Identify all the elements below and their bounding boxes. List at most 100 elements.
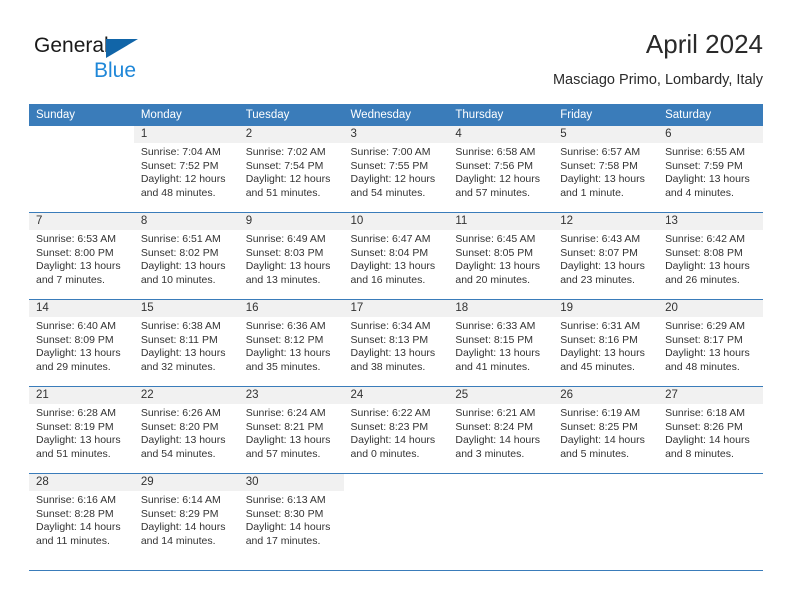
daylight-text-line2: and 41 minutes. [455, 360, 531, 373]
day-cell[interactable]: 7 Sunrise: 6:53 AM Sunset: 8:00 PM Dayli… [29, 212, 134, 300]
day-number: 6 [658, 126, 763, 143]
day-details: Sunrise: 6:36 AM Sunset: 8:12 PM Dayligh… [239, 317, 344, 374]
daylight-text-line1: Daylight: 13 hours [245, 347, 331, 360]
day-cell[interactable]: 8 Sunrise: 6:51 AM Sunset: 8:02 PM Dayli… [133, 212, 239, 300]
daylight-text-line1: Daylight: 13 hours [350, 347, 436, 360]
day-details: Sunrise: 6:45 AM Sunset: 8:05 PM Dayligh… [448, 230, 553, 287]
day-cell[interactable]: 16 Sunrise: 6:36 AM Sunset: 8:12 PM Dayl… [238, 299, 344, 387]
day-cell[interactable]: 1 Sunrise: 7:04 AM Sunset: 7:52 PM Dayli… [133, 126, 239, 213]
sunset-text: Sunset: 8:17 PM [665, 333, 743, 346]
day-number: 20 [658, 300, 763, 317]
day-cell[interactable] [658, 473, 763, 560]
general-blue-logo[interactable]: General Blue [34, 34, 154, 92]
day-details: Sunrise: 6:24 AM Sunset: 8:21 PM Dayligh… [239, 404, 344, 461]
day-cell[interactable]: 11 Sunrise: 6:45 AM Sunset: 8:05 PM Dayl… [448, 212, 554, 300]
day-details: Sunrise: 6:42 AM Sunset: 8:08 PM Dayligh… [658, 230, 763, 287]
page-header: General Blue April 2024 Masciago Primo, … [29, 28, 763, 98]
sunrise-text: Sunrise: 7:02 AM [245, 146, 326, 158]
day-cell[interactable] [29, 126, 134, 213]
day-cell[interactable] [553, 473, 659, 560]
day-cell[interactable]: 26 Sunrise: 6:19 AM Sunset: 8:25 PM Dayl… [553, 386, 659, 474]
day-details: Sunrise: 6:16 AM Sunset: 8:28 PM Dayligh… [29, 491, 134, 548]
day-cell[interactable]: 20 Sunrise: 6:29 AM Sunset: 8:17 PM Dayl… [658, 299, 763, 387]
sunset-text: Sunset: 8:02 PM [140, 246, 219, 259]
sunrise-text: Sunrise: 6:51 AM [140, 233, 221, 245]
day-cell[interactable]: 10 Sunrise: 6:47 AM Sunset: 8:04 PM Dayl… [343, 212, 449, 300]
sunset-text: Sunset: 8:30 PM [245, 507, 324, 520]
day-number: 11 [448, 213, 554, 230]
sunrise-text: Sunrise: 7:00 AM [350, 146, 431, 158]
daylight-text-line1: Daylight: 12 hours [350, 173, 436, 186]
daylight-text-line1: Daylight: 13 hours [665, 260, 750, 273]
day-details: Sunrise: 7:02 AM Sunset: 7:54 PM Dayligh… [239, 143, 344, 200]
daylight-text-line2: and 51 minutes. [245, 186, 321, 199]
day-number: 18 [448, 300, 554, 317]
day-cell[interactable]: 6 Sunrise: 6:55 AM Sunset: 7:59 PM Dayli… [658, 126, 763, 213]
day-cell[interactable]: 9 Sunrise: 6:49 AM Sunset: 8:03 PM Dayli… [238, 212, 344, 300]
day-cell[interactable]: 18 Sunrise: 6:33 AM Sunset: 8:15 PM Dayl… [448, 299, 554, 387]
day-number: 3 [343, 126, 449, 143]
sunrise-text: Sunrise: 6:43 AM [560, 233, 641, 245]
week-row: 7 Sunrise: 6:53 AM Sunset: 8:00 PM Dayli… [29, 212, 763, 300]
sunset-text: Sunset: 8:08 PM [665, 246, 743, 259]
sunset-text: Sunset: 8:28 PM [36, 507, 114, 520]
sunset-text: Sunset: 8:11 PM [140, 333, 218, 346]
day-cell[interactable]: 4 Sunrise: 6:58 AM Sunset: 7:56 PM Dayli… [448, 126, 554, 213]
sunset-text: Sunset: 8:29 PM [140, 507, 219, 520]
logo-triangle-icon [106, 39, 138, 58]
day-number [658, 474, 763, 491]
sunrise-text: Sunrise: 6:16 AM [36, 494, 116, 506]
day-cell[interactable]: 28 Sunrise: 6:16 AM Sunset: 8:28 PM Dayl… [29, 473, 134, 560]
day-number: 17 [343, 300, 449, 317]
day-cell[interactable]: 14 Sunrise: 6:40 AM Sunset: 8:09 PM Dayl… [29, 299, 134, 387]
sunset-text: Sunset: 7:58 PM [560, 159, 638, 172]
daylight-text-line2: and 23 minutes. [560, 273, 635, 286]
day-cell[interactable]: 29 Sunrise: 6:14 AM Sunset: 8:29 PM Dayl… [133, 473, 239, 560]
sunrise-text: Sunrise: 6:34 AM [350, 320, 431, 332]
day-cell[interactable]: 24 Sunrise: 6:22 AM Sunset: 8:23 PM Dayl… [343, 386, 449, 474]
day-details: Sunrise: 6:47 AM Sunset: 8:04 PM Dayligh… [344, 230, 449, 287]
daylight-text-line2: and 3 minutes. [455, 447, 525, 460]
day-cell[interactable]: 25 Sunrise: 6:21 AM Sunset: 8:24 PM Dayl… [448, 386, 554, 474]
sunset-text: Sunset: 8:21 PM [245, 420, 324, 433]
day-number: 10 [343, 213, 449, 230]
daylight-text-line1: Daylight: 14 hours [560, 434, 645, 447]
sunset-text: Sunset: 8:12 PM [245, 333, 324, 346]
calendar-bottom-rule [29, 570, 763, 571]
day-cell[interactable] [343, 473, 449, 560]
day-cell[interactable]: 22 Sunrise: 6:26 AM Sunset: 8:20 PM Dayl… [133, 386, 239, 474]
day-number: 12 [553, 213, 659, 230]
day-cell[interactable]: 2 Sunrise: 7:02 AM Sunset: 7:54 PM Dayli… [238, 126, 344, 213]
sunrise-text: Sunrise: 6:14 AM [140, 494, 221, 506]
day-cell[interactable]: 19 Sunrise: 6:31 AM Sunset: 8:16 PM Dayl… [553, 299, 659, 387]
weekday-header-saturday: Saturday [658, 104, 763, 126]
day-cell[interactable]: 12 Sunrise: 6:43 AM Sunset: 8:07 PM Dayl… [553, 212, 659, 300]
day-details: Sunrise: 6:58 AM Sunset: 7:56 PM Dayligh… [448, 143, 553, 200]
day-cell[interactable]: 21 Sunrise: 6:28 AM Sunset: 8:19 PM Dayl… [29, 386, 134, 474]
day-cell[interactable]: 17 Sunrise: 6:34 AM Sunset: 8:13 PM Dayl… [343, 299, 449, 387]
week-row: 21 Sunrise: 6:28 AM Sunset: 8:19 PM Dayl… [29, 386, 763, 474]
day-cell[interactable]: 27 Sunrise: 6:18 AM Sunset: 8:26 PM Dayl… [658, 386, 763, 474]
sunrise-text: Sunrise: 6:57 AM [560, 146, 641, 158]
daylight-text-line1: Daylight: 13 hours [245, 434, 331, 447]
day-cell[interactable] [448, 473, 554, 560]
daylight-text-line2: and 10 minutes. [140, 273, 216, 286]
title-block: April 2024 Masciago Primo, Lombardy, Ita… [553, 28, 763, 90]
day-cell[interactable]: 13 Sunrise: 6:42 AM Sunset: 8:08 PM Dayl… [658, 212, 763, 300]
day-cell[interactable]: 23 Sunrise: 6:24 AM Sunset: 8:21 PM Dayl… [238, 386, 344, 474]
day-number [29, 126, 134, 143]
day-cell[interactable]: 3 Sunrise: 7:00 AM Sunset: 7:55 PM Dayli… [343, 126, 449, 213]
sunset-text: Sunset: 8:16 PM [560, 333, 638, 346]
sunrise-text: Sunrise: 6:47 AM [350, 233, 431, 245]
sunrise-text: Sunrise: 6:40 AM [36, 320, 116, 332]
day-cell[interactable]: 15 Sunrise: 6:38 AM Sunset: 8:11 PM Dayl… [133, 299, 239, 387]
day-number: 5 [553, 126, 659, 143]
day-details: Sunrise: 6:14 AM Sunset: 8:29 PM Dayligh… [134, 491, 239, 548]
sunset-text: Sunset: 8:05 PM [455, 246, 534, 259]
daylight-text-line2: and 11 minutes. [36, 534, 110, 547]
calendar-header-row: Sunday Monday Tuesday Wednesday Thursday… [29, 104, 763, 126]
daylight-text-line2: and 7 minutes. [36, 273, 105, 286]
day-cell[interactable]: 30 Sunrise: 6:13 AM Sunset: 8:30 PM Dayl… [238, 473, 344, 560]
logo-text-general: General [34, 34, 109, 57]
day-cell[interactable]: 5 Sunrise: 6:57 AM Sunset: 7:58 PM Dayli… [553, 126, 659, 213]
